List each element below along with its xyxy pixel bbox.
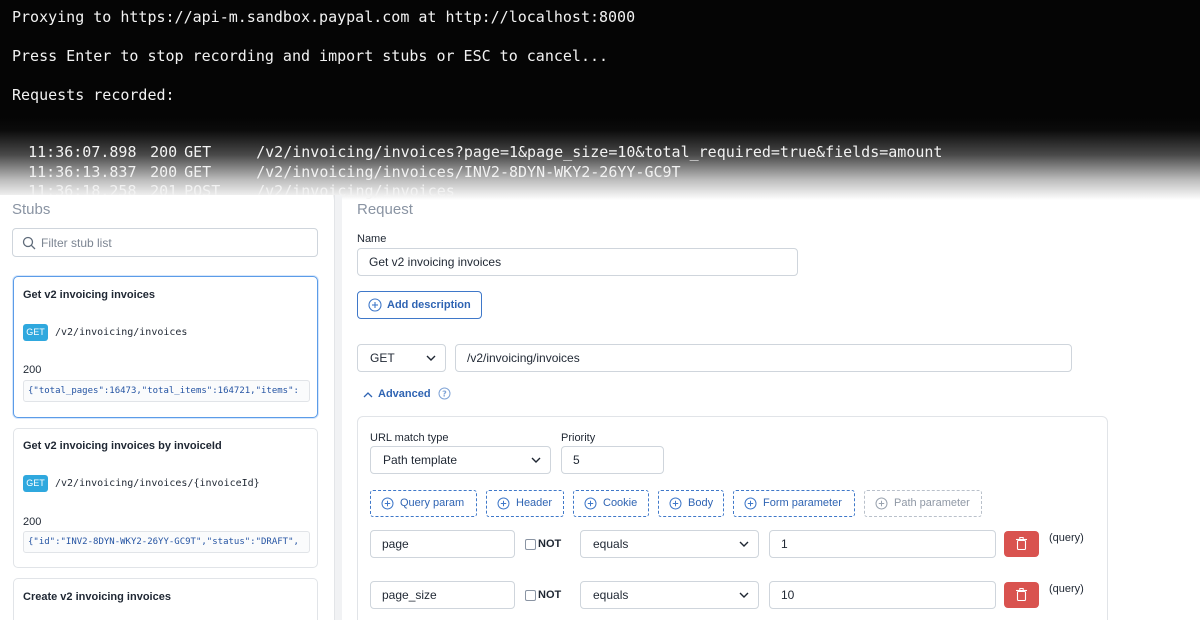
delete-param-button[interactable] <box>1004 582 1039 608</box>
plus-circle-icon <box>497 497 510 510</box>
param-operator-select[interactable]: equals <box>580 581 759 609</box>
name-input[interactable]: Get v2 invoicing invoices <box>357 248 798 276</box>
press-enter-line: Press Enter to stop recording and import… <box>12 47 609 65</box>
stub-status: 200 <box>23 364 42 376</box>
search-icon <box>22 236 36 250</box>
stub-item[interactable]: Create v2 invoicing invoices <box>13 578 318 620</box>
stub-editor-app: Stubs Filter stub list Get v2 invoicing … <box>0 195 1200 620</box>
trash-icon <box>1016 537 1027 550</box>
param-value-input[interactable]: 10 <box>769 581 996 609</box>
param-key-input[interactable]: page <box>370 530 515 558</box>
chevron-down-icon <box>426 355 436 361</box>
param-value-input[interactable]: 1 <box>769 530 996 558</box>
stubs-title: Stubs <box>12 201 51 218</box>
add-description-button[interactable]: Add description <box>357 291 482 319</box>
priority-input[interactable]: 5 <box>561 446 664 474</box>
stub-name: Create v2 invoicing invoices <box>23 591 171 603</box>
add-path-parameter-button[interactable]: Path parameter <box>864 490 982 517</box>
not-checkbox[interactable] <box>525 590 536 601</box>
name-label: Name <box>357 233 387 245</box>
chevron-up-icon <box>363 392 373 398</box>
add-description-label: Add description <box>387 299 471 311</box>
not-checkbox[interactable] <box>525 539 536 550</box>
add-body-button[interactable]: Body <box>658 490 724 517</box>
param-type-tag: (query) <box>1049 532 1084 544</box>
method-badge: GET <box>23 475 48 492</box>
add-header-button[interactable]: Header <box>486 490 564 517</box>
stub-item[interactable]: Get v2 invoicing invoices GET /v2/invoic… <box>13 276 318 418</box>
terminal-output: Proxying to https://api-m.sandbox.paypal… <box>0 0 1200 200</box>
url-match-type-select[interactable]: Path template <box>370 446 551 474</box>
proxy-line: Proxying to https://api-m.sandbox.paypal… <box>12 8 636 26</box>
advanced-label: Advanced <box>378 388 431 400</box>
svg-text:?: ? <box>442 390 447 399</box>
param-operator-select[interactable]: equals <box>580 530 759 558</box>
add-query-param-button[interactable]: Query param <box>370 490 477 517</box>
chevron-down-icon <box>739 541 749 547</box>
chevron-down-icon <box>739 592 749 598</box>
advanced-panel: URL match type Path template Priority 5 … <box>357 416 1108 620</box>
filter-placeholder: Filter stub list <box>41 236 112 250</box>
stub-body-preview: {"total_pages":16473,"total_items":16472… <box>23 380 310 402</box>
plus-circle-icon <box>744 497 757 510</box>
stub-item[interactable]: Get v2 invoicing invoices by invoiceId G… <box>13 428 318 568</box>
stub-path: /v2/invoicing/invoices/{invoiceId} <box>55 478 260 489</box>
stub-path: /v2/invoicing/invoices <box>55 327 188 338</box>
add-cookie-button[interactable]: Cookie <box>573 490 649 517</box>
not-label: NOT <box>538 538 562 550</box>
plus-circle-icon <box>368 298 382 312</box>
not-label: NOT <box>538 589 562 601</box>
param-type-tag: (query) <box>1049 583 1084 595</box>
method-value: GET <box>370 351 395 365</box>
plus-circle-icon <box>669 497 682 510</box>
plus-circle-icon <box>381 497 394 510</box>
plus-circle-icon <box>875 497 888 510</box>
url-match-type-value: Path template <box>383 453 458 467</box>
stub-name: Get v2 invoicing invoices <box>23 289 156 301</box>
filter-stub-input[interactable]: Filter stub list <box>12 228 318 257</box>
param-key-input[interactable]: page_size <box>370 581 515 609</box>
requests-recorded-header: Requests recorded: <box>12 86 175 104</box>
priority-label: Priority <box>561 432 596 444</box>
help-icon[interactable]: ? <box>438 387 451 400</box>
stub-name: Get v2 invoicing invoices by invoiceId <box>23 440 222 452</box>
stubs-sidebar: Stubs Filter stub list Get v2 invoicing … <box>0 195 333 620</box>
method-badge: GET <box>23 324 48 341</box>
method-select[interactable]: GET <box>357 344 446 372</box>
panel-divider[interactable] <box>334 195 342 620</box>
url-match-type-label: URL match type <box>370 432 449 444</box>
add-form-parameter-button[interactable]: Form parameter <box>733 490 855 517</box>
stub-status: 200 <box>23 516 42 528</box>
stub-body-preview: {"id":"INV2-8DYN-WKY2-26YY-GC9T","status… <box>23 531 310 553</box>
chevron-down-icon <box>531 457 541 463</box>
plus-circle-icon <box>584 497 597 510</box>
trash-icon <box>1016 588 1027 601</box>
delete-param-button[interactable] <box>1004 531 1039 557</box>
url-input[interactable]: /v2/invoicing/invoices <box>455 344 1072 372</box>
request-title: Request <box>357 201 413 218</box>
